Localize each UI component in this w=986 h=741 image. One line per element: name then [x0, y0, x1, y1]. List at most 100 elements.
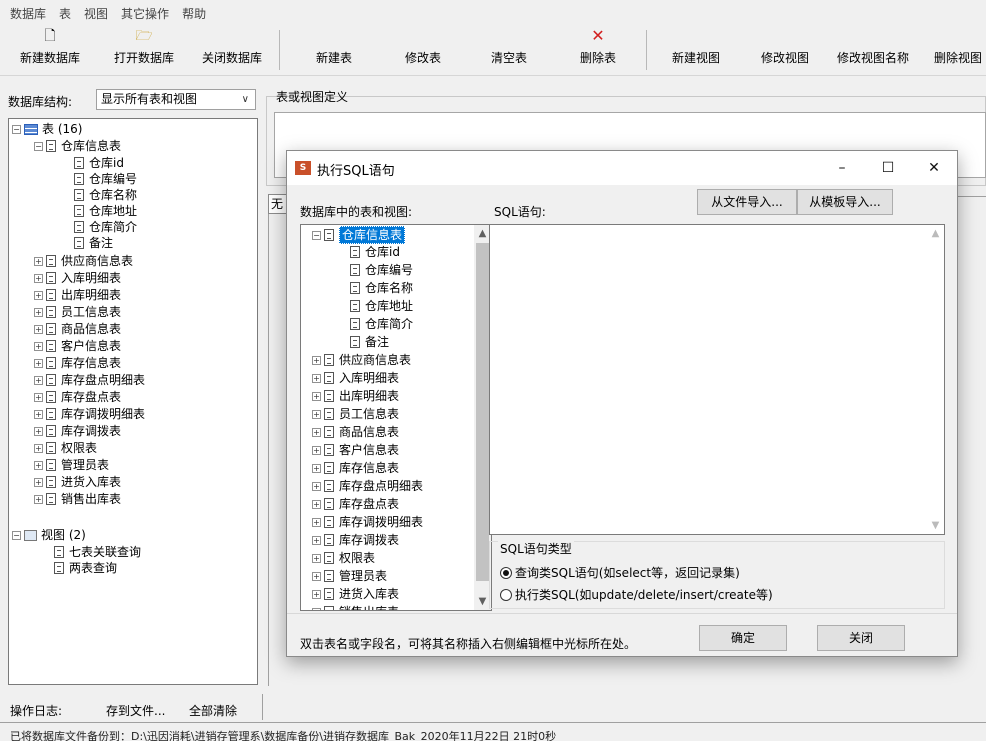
- menu-help[interactable]: 帮助: [182, 5, 206, 22]
- expand-icon[interactable]: +: [34, 324, 43, 334]
- clear-table-button[interactable]: 清空表: [487, 26, 531, 74]
- expand-icon[interactable]: +: [312, 517, 321, 527]
- expand-icon[interactable]: +: [312, 481, 321, 491]
- expand-icon[interactable]: +: [312, 535, 321, 545]
- tree-field-item[interactable]: 仓库id: [350, 244, 400, 260]
- expand-icon[interactable]: +: [312, 409, 321, 419]
- query-radio[interactable]: 查询类SQL语句(如select等，返回记录集): [500, 564, 740, 581]
- modify-table-button[interactable]: 修改表: [398, 26, 448, 74]
- expand-icon[interactable]: +: [312, 589, 321, 599]
- open-database-button[interactable]: 🗁 打开数据库: [104, 26, 184, 74]
- expand-icon[interactable]: +: [34, 426, 43, 436]
- scrollbar-thumb[interactable]: [476, 243, 489, 581]
- delete-table-button[interactable]: ✕ 删除表: [574, 26, 622, 74]
- dialog-table-tree[interactable]: − 仓库信息表 仓库id 仓库编号 仓库名称 仓库地址 仓库简介 备注 + 供应商…: [300, 224, 492, 611]
- expand-icon[interactable]: +: [312, 571, 321, 581]
- tree-table-item[interactable]: + 库存调拨表: [34, 423, 121, 439]
- expand-icon[interactable]: +: [34, 409, 43, 419]
- tree-field-item[interactable]: 仓库编号: [74, 171, 137, 187]
- new-view-button[interactable]: 新建视图: [666, 26, 726, 74]
- tree-view-item[interactable]: 七表关联查询: [54, 544, 141, 560]
- tree-table-item[interactable]: + 供应商信息表: [34, 253, 133, 269]
- tree-table-item[interactable]: + 供应商信息表: [312, 352, 411, 368]
- menu-database[interactable]: 数据库: [10, 5, 46, 22]
- tree-table-item[interactable]: + 商品信息表: [312, 424, 399, 440]
- tree-table-item[interactable]: +销售出库表: [34, 491, 121, 507]
- tree-table-item[interactable]: + 权限表: [34, 440, 97, 456]
- tree-table-item[interactable]: + 库存信息表: [312, 460, 399, 476]
- tree-table-item[interactable]: + 库存调拨明细表: [34, 406, 145, 422]
- tree-table-item[interactable]: + 库存盘点明细表: [312, 478, 423, 494]
- expand-icon[interactable]: +: [34, 375, 43, 385]
- expand-icon[interactable]: +: [34, 477, 43, 487]
- close-button[interactable]: 关闭: [817, 625, 905, 651]
- tree-field-item[interactable]: 仓库地址: [74, 203, 137, 219]
- structure-select[interactable]: 显示所有表和视图 ∨: [96, 89, 256, 110]
- menu-view[interactable]: 视图: [84, 5, 108, 22]
- expand-icon[interactable]: +: [34, 273, 43, 283]
- clear-log-button[interactable]: 全部清除: [189, 702, 237, 719]
- tree-table-item[interactable]: + 出库明细表: [34, 287, 121, 303]
- tree-table-item[interactable]: + 库存盘点表: [312, 496, 399, 512]
- new-database-button[interactable]: 🗋 新建数据库: [10, 26, 90, 74]
- new-table-button[interactable]: 新建表: [309, 26, 359, 74]
- expand-icon[interactable]: +: [34, 443, 43, 453]
- tree-table-item[interactable]: + 权限表: [312, 550, 375, 566]
- tree-field-item[interactable]: 仓库简介: [350, 316, 413, 332]
- tree-table-item[interactable]: − 仓库信息表: [312, 226, 406, 244]
- tree-table-item[interactable]: + 员工信息表: [312, 406, 399, 422]
- expand-icon[interactable]: +: [34, 307, 43, 317]
- tree-table-item[interactable]: + 库存调拨明细表: [312, 514, 423, 530]
- ok-button[interactable]: 确定: [699, 625, 787, 651]
- tree-table-item[interactable]: + 库存信息表: [34, 355, 121, 371]
- scroll-up-icon[interactable]: ▲: [927, 225, 944, 242]
- tree-table-item[interactable]: + 入库明细表: [34, 270, 121, 286]
- expand-icon[interactable]: +: [312, 463, 321, 473]
- close-icon[interactable]: ✕: [911, 151, 957, 185]
- tree-view-item[interactable]: 两表查询: [54, 560, 117, 576]
- tree-tables-node[interactable]: − 表 (16): [12, 121, 82, 137]
- expand-icon[interactable]: +: [34, 290, 43, 300]
- exec-radio[interactable]: 执行类SQL(如update/delete/insert/create等): [500, 586, 773, 603]
- tree-views-node[interactable]: − 视图 (2): [12, 527, 86, 543]
- tree-field-item[interactable]: 备注: [74, 235, 113, 251]
- sql-editor[interactable]: ▲ ▼: [489, 224, 945, 535]
- expand-icon[interactable]: +: [34, 494, 43, 504]
- expand-icon[interactable]: +: [34, 392, 43, 402]
- tree-table-item[interactable]: + 出库明细表: [312, 388, 399, 404]
- menu-table[interactable]: 表: [59, 5, 71, 22]
- tree-field-item[interactable]: 仓库地址: [350, 298, 413, 314]
- expand-icon[interactable]: +: [312, 553, 321, 563]
- close-database-button[interactable]: 关闭数据库: [195, 26, 269, 74]
- menu-other[interactable]: 其它操作: [121, 5, 169, 22]
- tree-field-item[interactable]: 仓库简介: [74, 219, 137, 235]
- expand-icon[interactable]: +: [312, 355, 321, 365]
- tree-field-item[interactable]: 仓库id: [74, 155, 124, 171]
- tree-table-item[interactable]: + 入库明细表: [312, 370, 399, 386]
- collapse-icon[interactable]: −: [12, 124, 21, 134]
- database-tree[interactable]: − 表 (16) − 仓库信息表 仓库id 仓库编号 仓库名称 仓库地址 仓库简…: [8, 118, 258, 685]
- expand-icon[interactable]: +: [312, 373, 321, 383]
- expand-icon[interactable]: +: [34, 460, 43, 470]
- modify-view-button[interactable]: 修改视图: [756, 26, 814, 74]
- expand-icon[interactable]: +: [312, 427, 321, 437]
- expand-icon[interactable]: +: [312, 607, 321, 610]
- tree-table-item[interactable]: + 管理员表: [312, 568, 387, 584]
- rename-view-button[interactable]: 修改视图名称: [830, 26, 916, 74]
- tree-field-item[interactable]: 仓库编号: [350, 262, 413, 278]
- tree-table-item[interactable]: +销售出库表: [312, 604, 399, 610]
- expand-icon[interactable]: +: [34, 256, 43, 266]
- delete-view-button[interactable]: 删除视图: [934, 26, 986, 74]
- maximize-icon[interactable]: ☐: [865, 151, 911, 185]
- tree-table-item[interactable]: + 库存盘点表: [34, 389, 121, 405]
- import-file-button[interactable]: 从文件导入...: [697, 189, 797, 215]
- collapse-icon[interactable]: −: [12, 530, 21, 540]
- tree-table-item[interactable]: + 管理员表: [34, 457, 109, 473]
- tree-table-item[interactable]: + 客户信息表: [312, 442, 399, 458]
- expand-icon[interactable]: +: [312, 391, 321, 401]
- tree-table-item[interactable]: + 商品信息表: [34, 321, 121, 337]
- sql-scrollbar[interactable]: ▲ ▼: [927, 225, 944, 534]
- minimize-icon[interactable]: –: [819, 151, 865, 185]
- tree-field-item[interactable]: 仓库名称: [74, 187, 137, 203]
- expand-icon[interactable]: +: [312, 499, 321, 509]
